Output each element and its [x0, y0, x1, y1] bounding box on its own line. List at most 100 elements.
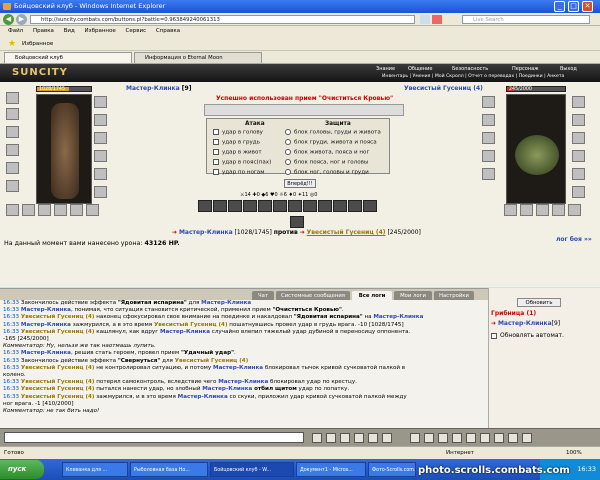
- chat-line: 16:33 Увесистый Гусениц (4) пытался нане…: [3, 386, 350, 393]
- nav-security[interactable]: Безопасность: [452, 66, 488, 72]
- tool-icon[interactable]: [522, 433, 532, 443]
- task-item[interactable]: Бойцовский клуб - W...: [210, 462, 294, 477]
- chat-line: 16:33 Увесистый Гусениц (4) не контролир…: [3, 364, 406, 371]
- chat-line: 16:33 Увесистый Гусениц (4) кашлянул, ка…: [3, 328, 411, 335]
- attack-chest[interactable]: удар в грудь: [213, 139, 260, 146]
- attack-waist[interactable]: удар в пояс(пах): [213, 159, 271, 166]
- defense-option-5[interactable]: блок ног, головы и груди: [285, 169, 369, 176]
- tool-icon[interactable]: [424, 433, 434, 443]
- skill-icon[interactable]: [288, 200, 302, 212]
- chat-input[interactable]: [4, 432, 304, 443]
- task-item[interactable]: Клеванка для ...: [62, 462, 128, 477]
- defense-option-3[interactable]: блок живота, пояса и ног: [285, 149, 369, 156]
- tool-icon[interactable]: [466, 433, 476, 443]
- enemy-right-slots: [568, 86, 594, 210]
- player-portrait: [36, 94, 92, 204]
- battle-area: 1028/1745 Мастер-Клинка [9] Увесистый Гу…: [0, 82, 600, 287]
- versus-enemy[interactable]: Увесистый Гусениц (4): [307, 229, 386, 236]
- window-titlebar: Бойцовский клуб - Windows Internet Explo…: [0, 0, 600, 13]
- skill-icon[interactable]: [243, 200, 257, 212]
- tool-icon[interactable]: [438, 433, 448, 443]
- skill-icon[interactable]: [213, 200, 227, 212]
- nav-character[interactable]: Персонаж: [512, 66, 539, 72]
- filter-icon[interactable]: [354, 433, 364, 443]
- menu-bar: Файл Правка Вид Избранное Сервис Справка: [0, 26, 600, 37]
- search-input[interactable]: Live Search: [462, 15, 590, 24]
- nav-exit[interactable]: Выход: [560, 66, 577, 72]
- battle-log-link[interactable]: лог боя »»: [556, 236, 592, 243]
- translit-icon[interactable]: [368, 433, 378, 443]
- selected-skill-icon[interactable]: [290, 216, 304, 228]
- attack-head[interactable]: удар в голову: [213, 129, 263, 136]
- skill-icon[interactable]: [318, 200, 332, 212]
- maximize-button[interactable]: □: [568, 1, 579, 12]
- versus-enemy-hp: [245/2000]: [387, 229, 421, 236]
- attack-belly[interactable]: удар в живот: [213, 149, 262, 156]
- enemy-hp-text: 245/2000: [509, 87, 532, 92]
- send-icon[interactable]: [312, 433, 322, 443]
- subnav-links[interactable]: Инвентарь | Умения | Мой Скролл | Отчет …: [382, 74, 564, 79]
- tool-icon[interactable]: [480, 433, 490, 443]
- skill-icon[interactable]: [273, 200, 287, 212]
- favorites-star-icon[interactable]: ★: [8, 39, 16, 49]
- tab-eternal-moon[interactable]: Информация о Eternal Moon: [134, 52, 262, 63]
- versus-player[interactable]: Мастер-Клинка: [179, 229, 233, 236]
- enemy-name[interactable]: Увесистый Гусениц (4): [404, 85, 483, 92]
- clear-icon[interactable]: [340, 433, 350, 443]
- skill-icon[interactable]: [258, 200, 272, 212]
- tool-icon[interactable]: [494, 433, 504, 443]
- window-title: Бойцовский клуб - Windows Internet Explo…: [14, 2, 166, 10]
- refresh-icon[interactable]: [420, 15, 430, 24]
- skill-icon[interactable]: [333, 200, 347, 212]
- defense-option-1[interactable]: блок головы, груди и живота: [285, 129, 381, 136]
- favorites-label[interactable]: Избранное: [22, 41, 53, 47]
- attack-legs[interactable]: удар по ногам: [213, 169, 264, 176]
- skill-icon[interactable]: [303, 200, 317, 212]
- task-item[interactable]: Рыболовная база Ho...: [130, 462, 208, 477]
- tab-fight-club[interactable]: Бойцовский клуб: [4, 52, 132, 63]
- skill-icon[interactable]: [198, 200, 212, 212]
- menu-favorites[interactable]: Избранное: [85, 28, 116, 34]
- menu-help[interactable]: Справка: [156, 28, 180, 34]
- browser-tabs: Бойцовский клуб Информация о Eternal Moo…: [0, 51, 600, 64]
- start-button[interactable]: пуск: [0, 460, 44, 479]
- refresh-button[interactable]: Обновить: [517, 298, 561, 307]
- menu-view[interactable]: Вид: [64, 28, 75, 34]
- tool-icon[interactable]: [508, 433, 518, 443]
- enemy-bottom-slots: [480, 204, 596, 218]
- close-button[interactable]: ✕: [582, 1, 593, 12]
- player-name[interactable]: Мастер-Клинка [9]: [126, 85, 191, 92]
- player-hp-bar: 1028/1745: [36, 86, 92, 92]
- back-icon[interactable]: ◀: [3, 14, 14, 25]
- defense-option-2[interactable]: блок груди, живота и пояса: [285, 139, 377, 146]
- refresh-chat-icon[interactable]: [382, 433, 392, 443]
- tool-icon[interactable]: [452, 433, 462, 443]
- skill-icon[interactable]: [228, 200, 242, 212]
- smiles-icon[interactable]: [326, 433, 336, 443]
- menu-file[interactable]: Файл: [8, 28, 23, 34]
- minimize-button[interactable]: _: [554, 1, 565, 12]
- menu-edit[interactable]: Правка: [33, 28, 54, 34]
- auto-refresh-checkbox[interactable]: Обновлять автомат.: [491, 332, 564, 339]
- battle-counters: ⚔14 ✚0 ◆6 ♥0 ☼6 ♦0 ✦11 ◎0: [240, 192, 318, 198]
- menu-tools[interactable]: Сервис: [126, 28, 147, 34]
- skill-icon[interactable]: [363, 200, 377, 212]
- room-panel: Обновить Грибница (1) ➔ Мастер-Клинка[9]…: [488, 288, 600, 428]
- stop-icon[interactable]: [432, 15, 442, 24]
- ie-icon: [3, 3, 11, 10]
- task-item[interactable]: Документ1 - Micros...: [296, 462, 366, 477]
- nav-knowledge[interactable]: Знание: [376, 66, 395, 72]
- tool-icon[interactable]: [410, 433, 420, 443]
- task-item[interactable]: Фото-Scrolls.com...: [368, 462, 416, 477]
- nav-chat[interactable]: Общение: [408, 66, 432, 72]
- go-button[interactable]: Вперёд!!!: [284, 179, 316, 188]
- address-field[interactable]: http://suncity.combats.com/buttons.pl?ba…: [30, 15, 415, 24]
- forward-icon[interactable]: ▶: [16, 14, 27, 25]
- status-strip: [204, 104, 404, 116]
- skill-icon[interactable]: [348, 200, 362, 212]
- skill-icons: [198, 200, 418, 214]
- defense-option-4[interactable]: блок пояса, ног и головы: [285, 159, 368, 166]
- room-member[interactable]: ➔ Мастер-Клинка[9]: [491, 320, 560, 327]
- enemy-left-slots: [478, 86, 504, 210]
- chat-input-bar: [0, 428, 600, 446]
